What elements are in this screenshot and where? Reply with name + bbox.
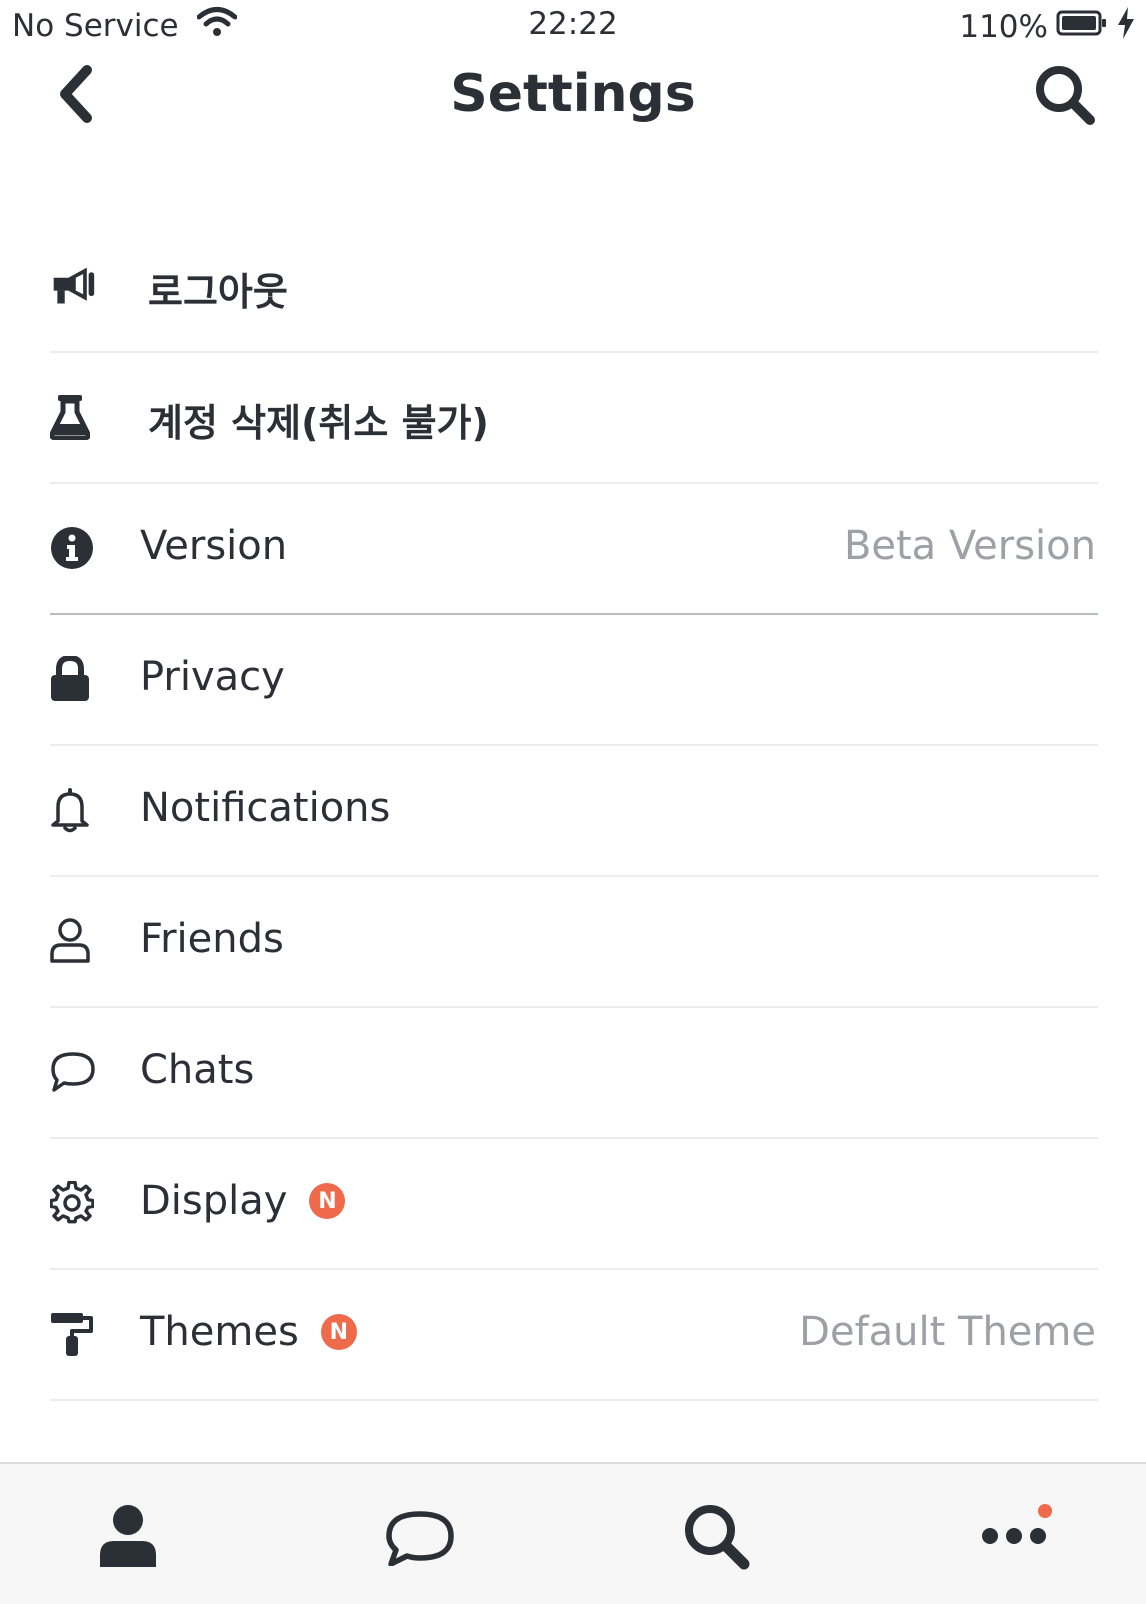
lock-icon (50, 653, 96, 705)
row-label: 로그아웃 (148, 270, 288, 314)
settings-row-notifications[interactable]: Notifications (50, 746, 1098, 877)
notification-dot (1038, 1504, 1052, 1518)
row-value: Beta Version (843, 523, 1096, 569)
gear-icon (50, 1177, 96, 1229)
paint-roller-icon (50, 1308, 96, 1360)
row-label: Version (140, 523, 288, 569)
settings-row-privacy[interactable]: Privacy (50, 615, 1098, 746)
settings-row-chats[interactable]: Chats (50, 1008, 1098, 1139)
settings-row-version[interactable]: Version Beta Version (50, 484, 1098, 615)
row-label-text: Display (140, 1178, 288, 1224)
new-badge: N (320, 1314, 357, 1350)
charging-icon (1116, 6, 1136, 48)
tab-more[interactable] (974, 1500, 1054, 1576)
person-icon (98, 1503, 158, 1573)
battery-icon (1056, 9, 1108, 45)
tab-friends[interactable] (88, 1500, 168, 1576)
settings-row-display[interactable]: Display N (50, 1139, 1098, 1270)
battery-percent: 110% (959, 9, 1048, 45)
status-right: 110% (959, 6, 1136, 48)
row-label: Themes N (140, 1309, 357, 1355)
settings-list: 로그아웃 계정 삭제(취소 불가) Version Beta Version P… (0, 222, 1146, 1461)
nav-bar: Settings (0, 50, 1146, 146)
settings-row-partial (50, 1401, 1146, 1461)
row-label: 계정 삭제(취소 불가) (148, 401, 489, 445)
info-icon (50, 522, 96, 574)
settings-row-logout[interactable]: 로그아웃 (50, 222, 1098, 353)
tab-search[interactable] (676, 1500, 756, 1576)
settings-row-delete-account[interactable]: 계정 삭제(취소 불가) (50, 353, 1098, 484)
row-label: Privacy (140, 654, 285, 700)
search-icon (680, 1500, 752, 1576)
chat-bubble-icon (385, 1506, 455, 1570)
status-bar: No Service 22:22 110% (0, 0, 1146, 50)
row-value: Default Theme (799, 1309, 1096, 1355)
chat-bubble-icon (50, 1046, 96, 1098)
bell-icon (50, 784, 96, 836)
row-label: Notifications (140, 785, 391, 831)
page-title: Settings (450, 64, 696, 124)
row-label-text: Themes (140, 1309, 299, 1355)
flask-icon (50, 391, 96, 443)
settings-row-friends[interactable]: Friends (50, 877, 1098, 1008)
tab-chats[interactable] (380, 1500, 460, 1576)
row-label: Friends (140, 916, 284, 962)
tab-bar (0, 1462, 1146, 1604)
settings-row-themes[interactable]: Themes N Default Theme (50, 1270, 1098, 1401)
search-icon (1032, 62, 1098, 132)
megaphone-icon (50, 260, 96, 312)
user-icon (50, 915, 96, 967)
more-dots-icon (981, 1524, 1047, 1552)
row-label: Display N (140, 1178, 346, 1224)
row-label: Chats (140, 1047, 255, 1093)
search-button[interactable] (1030, 62, 1100, 132)
new-badge: N (309, 1183, 346, 1219)
